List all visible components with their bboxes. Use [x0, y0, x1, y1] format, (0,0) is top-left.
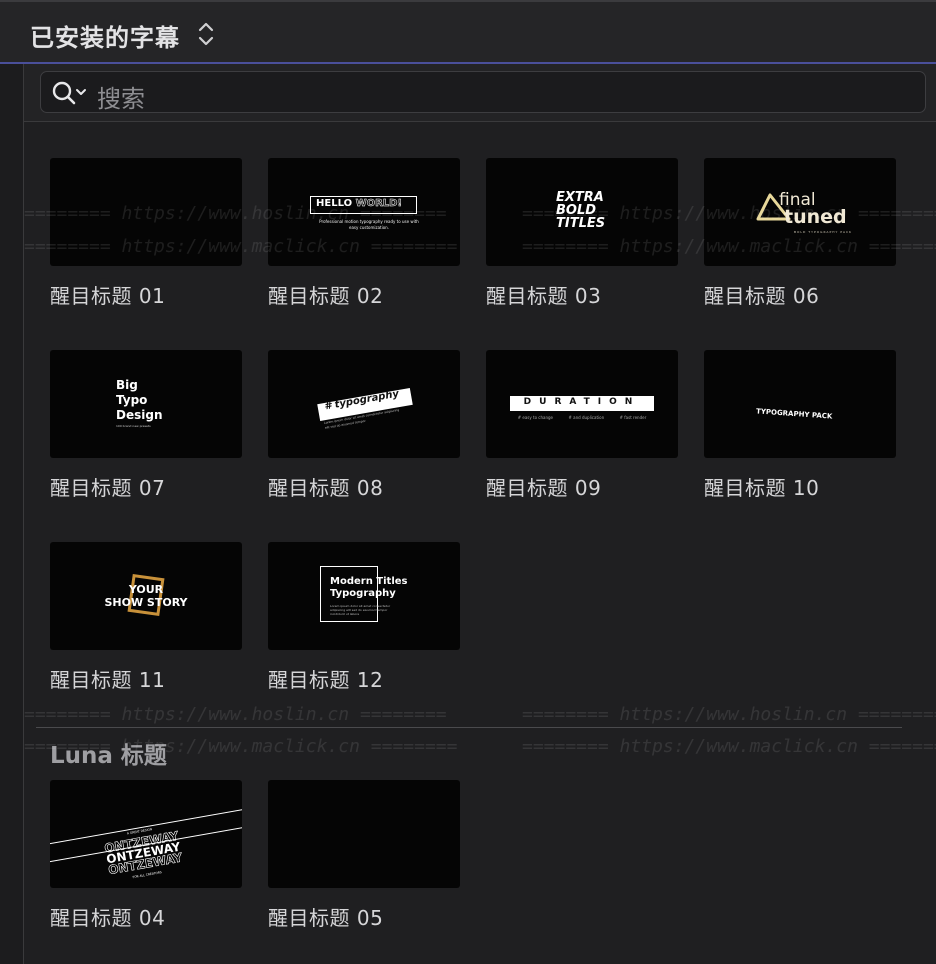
title-tile[interactable]: final tuned BOLD TYPOGRAPHY PACK 醒目标题 06	[704, 158, 896, 309]
title-tile[interactable]: Big Typo Design 100 brand new presets 醒目…	[50, 350, 242, 501]
title-thumbnail[interactable]	[268, 780, 460, 888]
section-title-luna: Luna 标题	[50, 743, 167, 769]
title-tile[interactable]: A GREAT DESIGN ONTZEWAY ONTZEWAY ONTZEWA…	[50, 780, 242, 931]
title-thumbnail[interactable]: # typography Lorem ipsum dolor sit amet …	[268, 350, 460, 458]
search-icon[interactable]	[51, 80, 87, 106]
title-tile[interactable]: DURATION # easy to change # and duplicati…	[486, 350, 678, 501]
watermark: ======== https://www.hoslin.cn ========	[522, 704, 936, 725]
title-label: 醒目标题 08	[268, 476, 384, 500]
title-thumbnail[interactable]: YOUR SHOW STORY	[50, 542, 242, 650]
thumb-text: YOUR SHOW STORY	[104, 583, 188, 609]
title-tile[interactable]: 醒目标题 05	[268, 780, 460, 931]
thumb-text: tuned	[784, 206, 847, 228]
title-thumbnail[interactable]: Modern Titles Typography Lorem ipsum dol…	[268, 542, 460, 650]
title-label: 醒目标题 12	[268, 668, 384, 692]
title-label: 醒目标题 11	[50, 668, 166, 692]
title-label: 醒目标题 07	[50, 476, 166, 500]
thumb-text: EXTRA BOLD TITLES	[556, 190, 606, 231]
thumb-text: Modern Titles Typography	[330, 576, 408, 599]
search-bar: 搜索	[24, 64, 936, 122]
search-input[interactable]: 搜索	[40, 71, 926, 113]
thumb-text: HELLO WORLD!	[316, 198, 403, 210]
library-title[interactable]: 已安装的字幕	[30, 18, 180, 53]
title-label: 醒目标题 09	[486, 476, 602, 500]
thumb-subtext: BOLD TYPOGRAPHY PACK	[794, 230, 853, 234]
watermark: ======== https://www.maclick.cn ========	[522, 736, 936, 757]
thumb-text: A GREAT DESIGN ONTZEWAY ONTZEWAY ONTZEWA…	[103, 827, 184, 880]
title-thumbnail[interactable]	[50, 158, 242, 266]
thumb-text: Big Typo Design	[116, 378, 163, 422]
title-label: 醒目标题 01	[50, 284, 166, 308]
title-thumbnail[interactable]: HELLO WORLD! Professional motion typogra…	[268, 158, 460, 266]
title-label: 醒目标题 10	[704, 476, 820, 500]
title-label: 醒目标题 06	[704, 284, 820, 308]
title-thumbnail[interactable]: final tuned BOLD TYPOGRAPHY PACK	[704, 158, 896, 266]
library-header: 已安装的字幕	[0, 0, 936, 64]
chevron-updown-icon[interactable]	[196, 20, 216, 48]
title-tile[interactable]: TYPOGRAPHY PACK 醒目标题 10	[704, 350, 896, 501]
title-tile[interactable]: YOUR SHOW STORY 醒目标题 11	[50, 542, 242, 693]
search-placeholder: 搜索	[97, 85, 145, 113]
title-thumbnail[interactable]: A GREAT DESIGN ONTZEWAY ONTZEWAY ONTZEWA…	[50, 780, 242, 888]
title-label: 醒目标题 05	[268, 906, 384, 930]
title-label: 醒目标题 04	[50, 906, 166, 930]
title-label: 醒目标题 03	[486, 284, 602, 308]
title-thumbnail[interactable]: TYPOGRAPHY PACK	[704, 350, 896, 458]
thumb-subtext: 100 brand new presets	[116, 424, 151, 428]
section-divider	[36, 727, 902, 728]
title-tile[interactable]: EXTRA BOLD TITLES 醒目标题 03	[486, 158, 678, 309]
watermark: ======== https://www.hoslin.cn ========	[24, 704, 447, 725]
title-tile[interactable]: 醒目标题 01	[50, 158, 242, 309]
title-thumbnail[interactable]: Big Typo Design 100 brand new presets	[50, 350, 242, 458]
title-tile[interactable]: # typography Lorem ipsum dolor sit amet …	[268, 350, 460, 501]
thumb-text: TYPOGRAPHY PACK	[755, 407, 833, 421]
thumb-subtext: # easy to change # and duplication # fast …	[517, 415, 647, 420]
thumb-text: DURATION	[523, 397, 641, 407]
title-tile[interactable]: HELLO WORLD! Professional motion typogra…	[268, 158, 460, 309]
thumb-subtext: Lorem ipsum dolor sit amet consectetur a…	[330, 604, 391, 616]
title-thumbnail[interactable]: DURATION # easy to change # and duplicati…	[486, 350, 678, 458]
title-label: 醒目标题 02	[268, 284, 384, 308]
title-thumbnail[interactable]: EXTRA BOLD TITLES	[486, 158, 678, 266]
sidebar-gutter	[0, 64, 24, 964]
title-tile[interactable]: Modern Titles Typography Lorem ipsum dol…	[268, 542, 460, 693]
thumb-subtext: Professional motion typography ready to …	[319, 219, 419, 230]
